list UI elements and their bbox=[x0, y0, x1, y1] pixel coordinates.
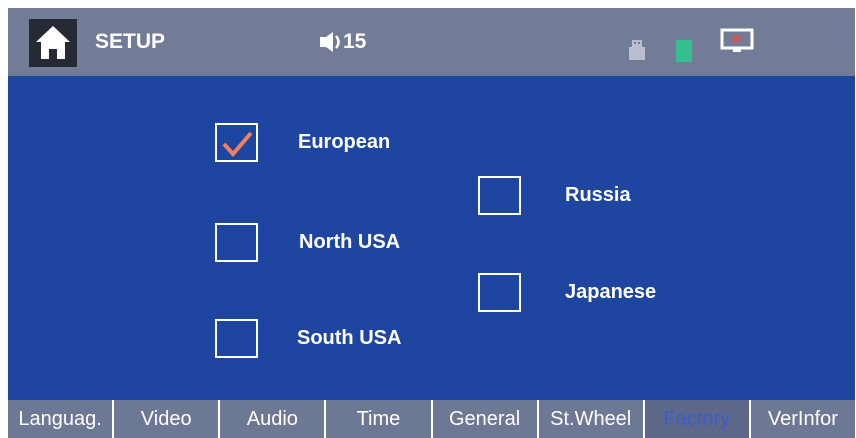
tab-bar: Languag. Video Audio Time General St.Whe… bbox=[8, 400, 855, 438]
tab-factory[interactable]: Factory bbox=[644, 400, 749, 438]
region-options: European Russia North USA Japanese South… bbox=[8, 76, 855, 399]
setup-screen: SETUP 15 European Russia North USA Japan… bbox=[8, 8, 855, 438]
tab-audio[interactable]: Audio bbox=[220, 400, 325, 438]
tab-version-info[interactable]: VerInfor bbox=[750, 400, 855, 438]
option-label-japanese: Japanese bbox=[565, 281, 657, 303]
tab-language[interactable]: Languag. bbox=[8, 400, 113, 438]
option-japanese[interactable]: Japanese bbox=[478, 273, 656, 312]
home-icon bbox=[36, 26, 70, 59]
checkmark-icon bbox=[222, 131, 253, 158]
option-label-russia: Russia bbox=[565, 184, 631, 206]
option-russia[interactable]: Russia bbox=[478, 176, 631, 215]
checkbox-north-usa[interactable] bbox=[215, 223, 258, 262]
speaker-icon bbox=[320, 32, 340, 52]
tab-steering-wheel[interactable]: St.Wheel bbox=[538, 400, 643, 438]
page-title: SETUP bbox=[95, 30, 166, 53]
option-label-european: European bbox=[298, 131, 391, 153]
top-bar: SETUP 15 bbox=[8, 8, 855, 76]
checkbox-japanese[interactable] bbox=[478, 273, 521, 312]
checkbox-russia[interactable] bbox=[478, 176, 521, 215]
volume-value: 15 bbox=[343, 30, 367, 53]
home-button[interactable] bbox=[29, 19, 77, 67]
usb-icon bbox=[629, 40, 645, 60]
option-north-usa[interactable]: North USA bbox=[215, 223, 400, 262]
tab-general[interactable]: General bbox=[432, 400, 537, 438]
option-european[interactable]: European bbox=[215, 123, 390, 162]
option-label-north-usa: North USA bbox=[299, 231, 401, 253]
tab-video[interactable]: Video bbox=[114, 400, 219, 438]
option-south-usa[interactable]: South USA bbox=[215, 319, 401, 358]
tab-time[interactable]: Time bbox=[326, 400, 431, 438]
screen-off-icon[interactable] bbox=[720, 28, 754, 56]
option-label-south-usa: South USA bbox=[297, 327, 402, 349]
volume-indicator[interactable]: 15 bbox=[318, 30, 366, 54]
sd-card-icon bbox=[676, 40, 692, 62]
checkbox-european[interactable] bbox=[215, 123, 258, 162]
checkbox-south-usa[interactable] bbox=[215, 319, 258, 358]
